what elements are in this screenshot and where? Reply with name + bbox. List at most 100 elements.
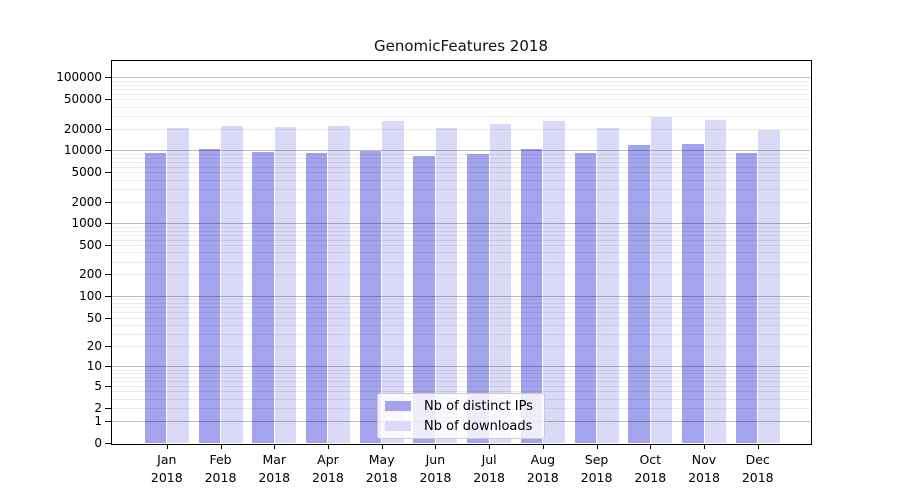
gridline (112, 345, 810, 347)
chart-title: GenomicFeatures 2018 (373, 37, 548, 55)
gridline (112, 245, 810, 247)
gridline (112, 226, 810, 228)
y-tick (105, 128, 112, 130)
gridline (112, 93, 810, 95)
x-tick-label: Jul 2018 (473, 452, 506, 485)
x-tick (542, 444, 544, 449)
y-tick-label: 500 (79, 238, 102, 253)
gridline (112, 153, 810, 155)
y-tick-label: 50000 (63, 92, 102, 107)
x-tick-label: Oct 2018 (634, 452, 667, 485)
bar (758, 129, 780, 443)
y-tick (105, 150, 112, 152)
x-tick (435, 444, 437, 449)
gridline (112, 99, 810, 101)
x-tick (381, 444, 383, 449)
y-tick-label: 5 (94, 378, 102, 393)
y-tick-label: 0 (94, 435, 102, 450)
bar (650, 116, 673, 443)
y-tick (105, 201, 112, 203)
gridline (112, 166, 810, 168)
legend-item-distinct-ips: Nb of distinct IPs (378, 398, 544, 415)
x-tick (650, 444, 652, 449)
gridline (112, 172, 810, 174)
legend-label-downloads: Nb of downloads (424, 418, 533, 434)
x-tick (596, 444, 598, 449)
gridline (112, 303, 810, 305)
gridline (112, 312, 810, 314)
y-tick-label: 100 (79, 289, 102, 304)
gridline (112, 201, 810, 203)
x-tick-label: Apr 2018 (312, 452, 344, 485)
x-tick (757, 444, 759, 449)
x-tick-label: Dec 2018 (741, 452, 774, 485)
x-tick-label: Nov 2018 (688, 452, 720, 485)
x-tick (274, 444, 276, 449)
y-tick (105, 274, 112, 276)
gridline (112, 333, 810, 335)
y-tick (105, 245, 112, 247)
bar (597, 128, 619, 443)
y-tick-label: 2 (94, 400, 102, 415)
gridline (112, 115, 810, 117)
y-tick (105, 296, 112, 298)
gridline (112, 261, 810, 263)
x-tick (489, 444, 491, 449)
y-tick-label: 20 (86, 338, 102, 353)
gridline (112, 77, 810, 79)
x-tick-label: Jun 2018 (419, 452, 452, 485)
x-tick-label: Sep 2018 (580, 452, 613, 485)
y-tick (105, 77, 112, 79)
y-tick-label: 5000 (71, 165, 102, 180)
gridline (112, 161, 810, 163)
gridline (112, 179, 810, 181)
y-tick (105, 317, 112, 319)
gridline (112, 106, 810, 108)
x-tick (327, 444, 329, 449)
gridline (112, 324, 810, 326)
y-tick-label: 10000 (63, 143, 102, 158)
gridline (112, 239, 810, 241)
y-tick-label: 1000 (71, 216, 102, 231)
legend-swatch-distinct-ips (385, 401, 411, 411)
y-tick (105, 345, 112, 347)
gridline (112, 299, 810, 301)
bar (543, 121, 565, 443)
gridline (112, 252, 810, 254)
y-tick-label: 2000 (71, 194, 102, 209)
y-tick (105, 172, 112, 174)
gridline (112, 385, 810, 387)
y-tick-label: 100000 (56, 70, 102, 85)
gridline (112, 274, 810, 276)
gridline (112, 230, 810, 232)
gridline (112, 372, 810, 374)
gridline (112, 150, 810, 152)
bar (704, 119, 726, 443)
x-tick-label: Aug 2018 (526, 452, 559, 485)
gridline (112, 157, 810, 159)
legend-label-distinct-ips: Nb of distinct IPs (424, 398, 533, 414)
y-tick (105, 366, 112, 368)
legend-swatch-downloads (385, 421, 411, 431)
chart-canvas: GenomicFeatures 2018 0 1 2 5 10 20 50 100 200 500… (0, 0, 900, 500)
y-tick-label: 10 (86, 359, 102, 374)
bar (274, 126, 297, 443)
y-tick-label: 20000 (63, 121, 102, 136)
x-tick-label: Jan 2018 (150, 452, 183, 485)
bar (167, 128, 189, 443)
legend-item-downloads: Nb of downloads (378, 418, 544, 435)
gridline (112, 80, 810, 82)
y-tick (105, 442, 112, 444)
legend: Nb of distinct IPs Nb of downloads (377, 393, 545, 439)
x-tick (704, 444, 705, 449)
y-tick (105, 99, 112, 101)
y-tick (105, 385, 112, 387)
gridline (112, 223, 810, 225)
gridline (112, 376, 810, 378)
gridline (112, 84, 810, 86)
gridline (112, 366, 810, 368)
gridline (112, 369, 810, 371)
x-tick-label: Feb 2018 (204, 452, 237, 485)
y-tick-label: 50 (86, 310, 102, 325)
y-tick (105, 223, 112, 225)
